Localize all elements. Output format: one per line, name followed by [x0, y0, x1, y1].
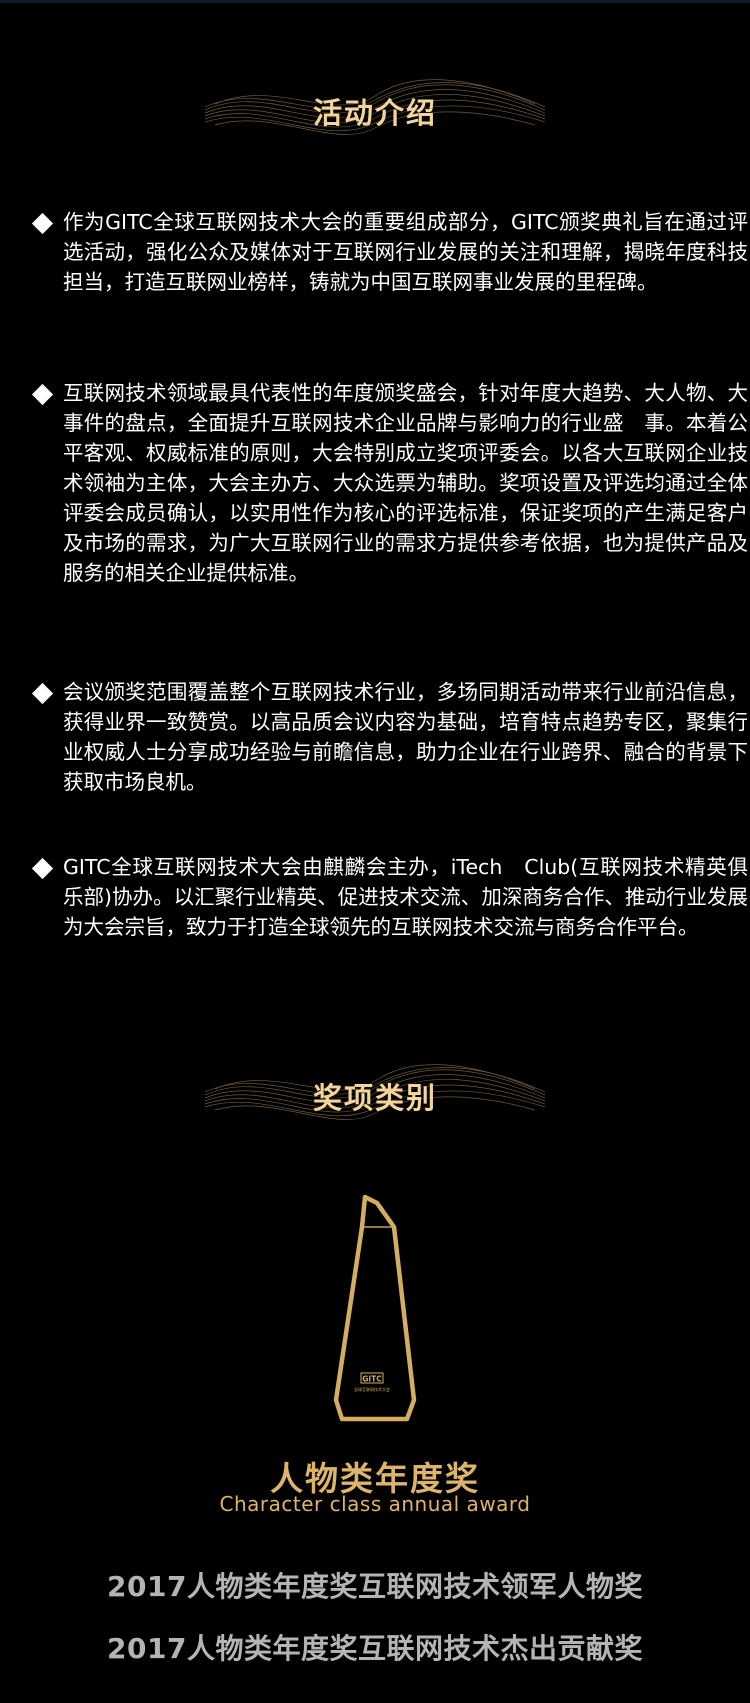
intro-section-header: 活动介绍 — [0, 68, 750, 158]
award-category-subtitle: Character class annual award — [219, 1492, 531, 1516]
top-edge — [0, 0, 750, 3]
bullet-diamond-icon — [31, 383, 54, 406]
intro-paragraph: 作为GITC全球互联网技术大会的重要组成部分，GITC颁奖典礼旨在通过评选活动，… — [63, 210, 748, 294]
awards-section-header: 奖项类别 — [0, 1053, 750, 1143]
section-title-awards: 奖项类别 — [312, 1081, 437, 1115]
trophy-icon: GITC 全球互联网技术大会 — [333, 1194, 417, 1422]
section-title-intro: 活动介绍 — [312, 96, 437, 130]
bullet-diamond-icon — [31, 212, 54, 235]
award-list-item: 2017人物类年度奖互联网技术领军人物奖 — [107, 1570, 643, 1603]
svg-text:全球互联网技术大会: 全球互联网技术大会 — [354, 1386, 390, 1392]
bullet-diamond-icon — [31, 857, 54, 880]
intro-paragraph: 互联网技术领域最具代表性的年度颁奖盛会，针对年度大趋势、大人物、大事件的盘点，全… — [63, 381, 748, 585]
intro-paragraph: 会议颁奖范围覆盖整个互联网技术行业，多场同期活动带来行业前沿信息，获得业界一致赞… — [63, 680, 748, 794]
intro-paragraph: GITC全球互联网技术大会由麒麟会主办，iTech Club(互联网技术精英俱乐… — [63, 855, 748, 939]
svg-text:GITC: GITC — [362, 1375, 382, 1384]
award-list-item: 2017人物类年度奖互联网技术杰出贡献奖 — [107, 1632, 643, 1665]
trophy-logo: GITC 全球互联网技术大会 — [354, 1372, 390, 1392]
bullet-diamond-icon — [31, 682, 54, 705]
